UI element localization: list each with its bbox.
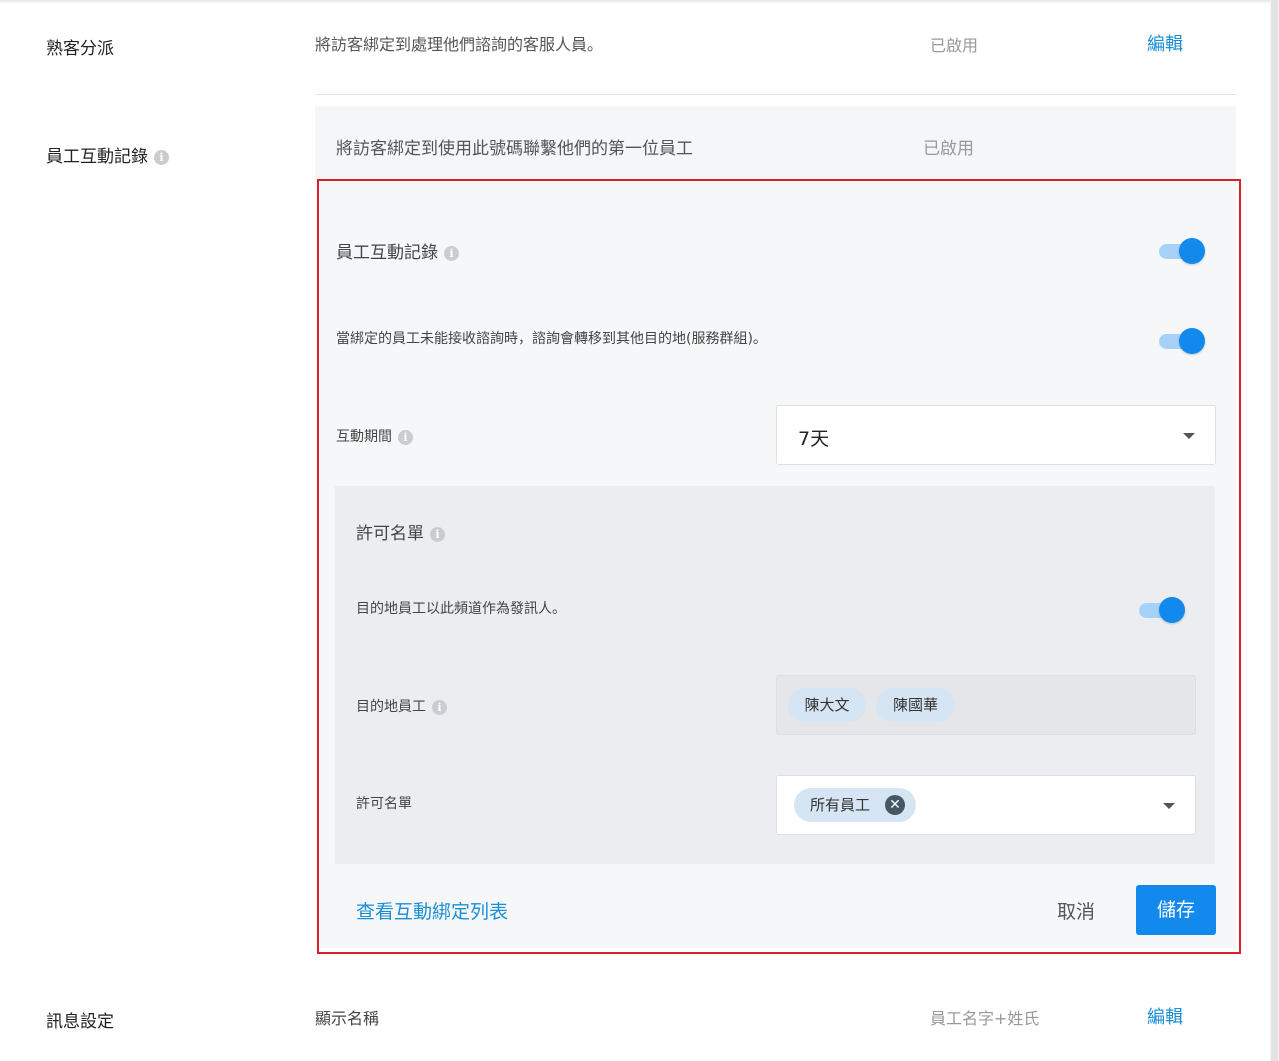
message-settings-edit-link[interactable]: 編輯 <box>1147 1003 1183 1029</box>
top-shadow <box>0 0 1270 4</box>
staff-interaction-summary: 將訪客綁定到使用此號碼聯繫他們的第一位員工 已啟用 <box>315 106 1236 182</box>
close-icon[interactable]: ✕ <box>885 795 905 815</box>
destination-staff-chip: 陳大文 <box>788 688 866 722</box>
save-button[interactable]: 儲存 <box>1136 885 1216 935</box>
repeat-visitor-label: 熟客分派 <box>46 39 114 59</box>
staff-interaction-label: 員工互動記錄 <box>46 147 148 167</box>
staff-interaction-summary-status: 已啟用 <box>923 139 974 159</box>
info-icon[interactable]: i <box>398 429 413 445</box>
allowlist-title: 許可名單 <box>356 524 424 544</box>
toggle-knob <box>1159 597 1185 623</box>
view-bindings-link[interactable]: 查看互動綁定列表 <box>356 897 508 924</box>
destination-staff-row: 目的地員工 i <box>356 696 447 716</box>
toggle-knob <box>1179 328 1205 354</box>
transfer-when-unavailable-toggle[interactable] <box>1159 328 1205 354</box>
destination-staff-label: 目的地員工 <box>356 699 426 715</box>
row-divider <box>315 94 1236 95</box>
interaction-period-value: 7天 <box>798 428 830 450</box>
allowlist-title-row: 許可名單 i <box>356 519 445 544</box>
staff-interaction-row: 員工互動記錄 i <box>46 142 169 167</box>
sender-toggle-label: 目的地員工以此頻道作為發訊人。 <box>356 601 566 617</box>
staff-interaction-summary-description: 將訪客綁定到使用此號碼聯繫他們的第一位員工 <box>336 139 693 159</box>
interaction-record-row: 員工互動記錄 i <box>336 238 459 263</box>
interaction-record-label: 員工互動記錄 <box>336 243 438 263</box>
message-settings-status: 員工名字+姓氏 <box>930 1009 1040 1028</box>
interaction-period-label: 互動期間 <box>336 429 392 445</box>
toggle-knob <box>1179 238 1205 264</box>
interaction-record-toggle[interactable] <box>1159 238 1205 264</box>
info-icon[interactable]: i <box>154 149 169 165</box>
allow-list-chip: 所有員工 ✕ <box>794 788 916 822</box>
chevron-down-icon <box>1163 803 1175 809</box>
cancel-button[interactable]: 取消 <box>1057 897 1095 924</box>
allow-list-chip-label: 所有員工 <box>810 796 871 814</box>
scrollbar[interactable] <box>1270 0 1279 1061</box>
allow-list-select[interactable]: 所有員工 ✕ <box>776 775 1196 835</box>
allow-list-label: 許可名單 <box>356 796 412 812</box>
sender-toggle[interactable] <box>1139 597 1185 623</box>
destination-staff-field: 陳大文 陳國華 <box>776 675 1196 735</box>
message-settings-label: 訊息設定 <box>46 1012 114 1032</box>
repeat-visitor-edit-link[interactable]: 編輯 <box>1147 30 1183 56</box>
interaction-period-row: 互動期間 i <box>336 426 413 446</box>
chevron-down-icon <box>1183 433 1195 439</box>
message-settings-description: 顯示名稱 <box>315 1009 380 1028</box>
interaction-period-select[interactable]: 7天 <box>776 405 1216 465</box>
info-icon[interactable]: i <box>432 699 447 715</box>
repeat-visitor-description: 將訪客綁定到處理他們諮詢的客服人員。 <box>315 35 604 54</box>
scrollbar-thumb[interactable] <box>1271 0 1278 1061</box>
repeat-visitor-status: 已啟用 <box>930 36 979 55</box>
info-icon[interactable]: i <box>430 526 445 542</box>
transfer-when-unavailable-label: 當綁定的員工未能接收諮詢時，諮詢會轉移到其他目的地(服務群組)。 <box>336 331 767 347</box>
info-icon[interactable]: i <box>444 245 459 261</box>
destination-staff-chip: 陳國華 <box>876 688 955 722</box>
